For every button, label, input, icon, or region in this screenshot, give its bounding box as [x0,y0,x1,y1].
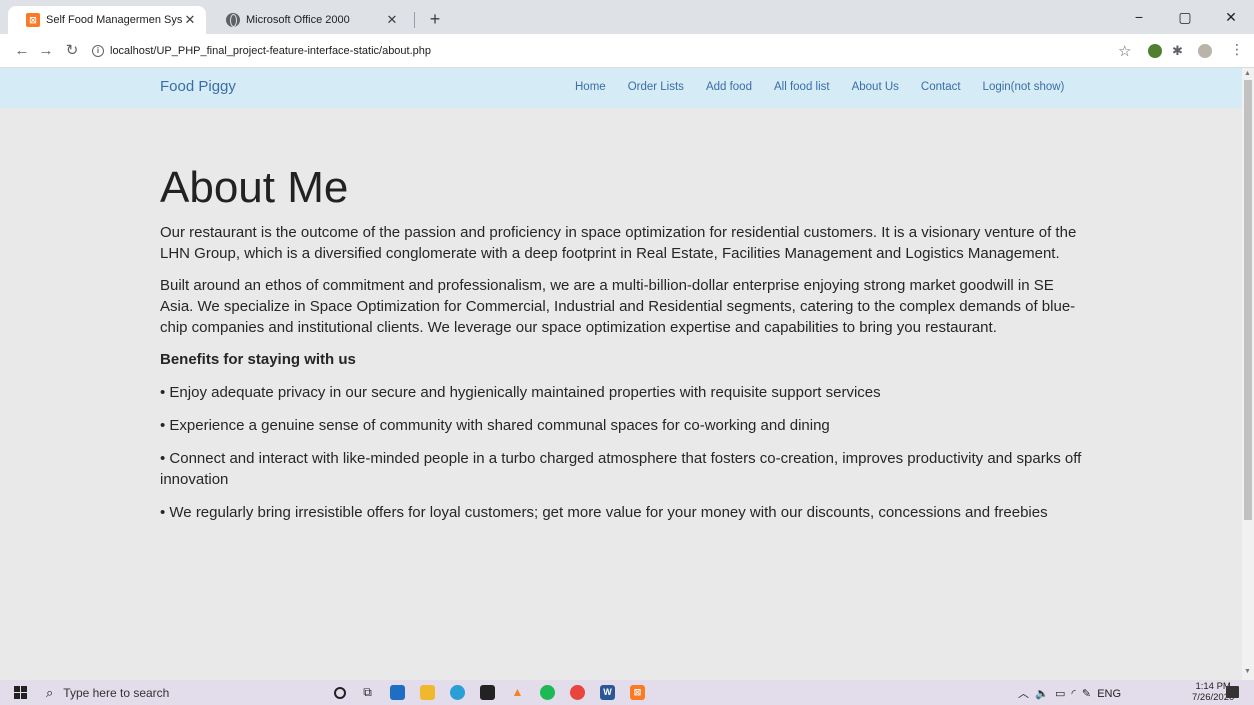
close-icon[interactable]: ✕ [182,12,198,28]
cortana-icon[interactable] [334,687,346,699]
scrollbar-thumb[interactable] [1244,80,1252,520]
extensions-puzzle-icon[interactable]: ✱ [1172,44,1186,58]
extension-globe-icon[interactable] [1148,44,1162,58]
tab-title: Microsoft Office 2000 [246,14,350,26]
task-view-icon[interactable]: ⧉ [360,685,375,700]
nav-links: Home Order Lists Add food All food list … [575,81,1086,93]
search-icon: ⌕ [46,684,54,700]
forward-button[interactable]: → [36,41,56,61]
info-icon[interactable]: i [92,45,104,57]
show-hidden-icons-icon[interactable]: ︿ [1018,688,1029,700]
word-icon[interactable]: W [600,685,615,700]
profile-avatar[interactable] [1198,44,1212,58]
nav-login[interactable]: Login(not show) [983,81,1065,93]
nav-contact[interactable]: Contact [921,81,961,93]
window-close-button[interactable]: ✕ [1208,4,1254,30]
url-text: localhost/UP_PHP_final_project-feature-i… [110,45,432,57]
benefit-item: • Experience a genuine sense of communit… [160,417,830,434]
telegram-icon[interactable] [450,685,465,700]
benefit-item: • Connect and interact with like-minded … [160,450,1082,488]
windows-start-icon[interactable] [14,686,28,699]
xampp-icon[interactable]: ⊠ [630,685,645,700]
battery-icon[interactable]: ▭ [1055,688,1065,700]
address-bar[interactable]: i localhost/UP_PHP_final_project-feature… [92,39,1112,63]
nav-about-us[interactable]: About Us [852,81,899,93]
scroll-up-icon[interactable]: ▲ [1244,70,1251,77]
scroll-down-icon[interactable]: ▼ [1244,668,1251,675]
file-explorer-icon[interactable] [420,685,435,700]
site-navbar: Food Piggy Home Order Lists Add food All… [0,68,1242,108]
language-indicator[interactable]: ENG [1097,688,1121,700]
bookmark-star-icon[interactable]: ☆ [1118,42,1131,60]
close-icon[interactable]: ✕ [384,12,400,28]
maximize-button[interactable]: ▢ [1162,4,1208,30]
xampp-icon: ⊠ [26,13,40,27]
tab-microsoft-office[interactable]: Microsoft Office 2000 ✕ [208,6,408,34]
pen-icon[interactable]: ✎ [1082,688,1091,700]
browser-menu-icon[interactable]: ⋮ [1230,41,1244,58]
mail-icon[interactable] [390,685,405,700]
back-button[interactable]: ← [12,41,32,61]
benefits-heading: Benefits for staying with us [160,351,356,368]
tab-title: Self Food Managermen System [46,14,182,26]
nav-home[interactable]: Home [575,81,606,93]
windows-taskbar: ⌕ Type here to search ⧉ ▲ W ⊠ ︿ 🔈 ▭ ◜ ✎ … [0,680,1254,705]
nav-add-food[interactable]: Add food [706,81,752,93]
page-title: About Me [160,163,349,212]
tab-self-food[interactable]: ⊠ Self Food Managermen System ✕ [8,6,206,34]
wifi-icon[interactable]: ◜ [1071,688,1075,700]
page-viewport: Food Piggy Home Order Lists Add food All… [0,68,1242,680]
tab-separator [414,12,415,28]
globe-icon [226,13,240,27]
minimize-button[interactable]: − [1116,4,1162,30]
browser-toolbar: ← → ↻ i localhost/UP_PHP_final_project-f… [0,34,1254,68]
taskbar-search[interactable]: ⌕ Type here to search [46,682,302,703]
notification-icon[interactable] [1226,686,1239,698]
about-content: About Me Our restaurant is the outcome o… [160,162,1090,535]
about-paragraph: Built around an ethos of commitment and … [160,277,1076,336]
about-paragraph: Our restaurant is the outcome of the pas… [160,224,1077,262]
vlc-icon[interactable]: ▲ [510,685,525,700]
new-tab-button[interactable]: + [424,8,446,30]
store-icon[interactable] [480,685,495,700]
nav-order-lists[interactable]: Order Lists [628,81,684,93]
volume-icon[interactable]: 🔈 [1035,688,1049,700]
benefit-item: • We regularly bring irresistible offers… [160,504,1048,521]
system-tray[interactable]: ︿ 🔈 ▭ ◜ ✎ ENG [1018,685,1121,701]
benefit-item: • Enjoy adequate privacy in our secure a… [160,384,881,401]
page-scrollbar[interactable]: ▲ ▼ [1242,68,1254,680]
brand-link[interactable]: Food Piggy [160,78,236,95]
browser-tab-bar: ⊠ Self Food Managermen System ✕ Microsof… [0,0,1254,34]
search-placeholder: Type here to search [63,685,170,700]
chrome-icon[interactable] [570,685,585,700]
nav-all-food-list[interactable]: All food list [774,81,830,93]
reload-button[interactable]: ↻ [62,41,82,61]
spotify-icon[interactable] [540,685,555,700]
